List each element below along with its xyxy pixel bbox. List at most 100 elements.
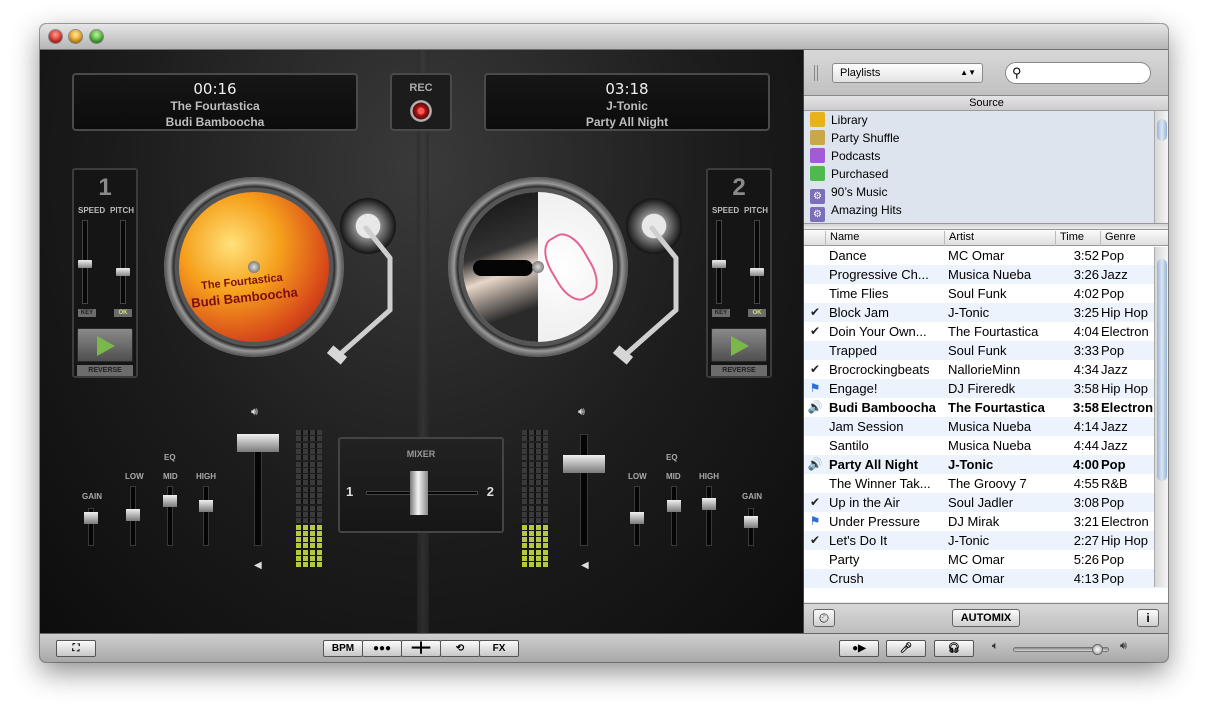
record-button[interactable] (410, 100, 432, 122)
scroll-thumb[interactable] (1157, 119, 1167, 141)
table-row[interactable]: Jam Session Musica Nueba 4:14 Jazz (804, 417, 1168, 436)
track-genre: Electron (1101, 400, 1154, 415)
bpm-button[interactable]: BPM (323, 640, 363, 657)
table-row[interactable]: Party MC Omar 5:26 Pop (804, 550, 1168, 569)
track-artist: Musica Nueba (948, 438, 1032, 453)
eq-right-mid-track (671, 486, 677, 546)
eq-right-gain-knob[interactable] (744, 516, 758, 528)
search-input[interactable]: ⚲ (1005, 62, 1151, 84)
deck1-play-button[interactable] (77, 328, 133, 362)
history-button[interactable]: 🕘︎ (813, 609, 835, 627)
table-row[interactable]: ⚑ Engage! DJ Fireredk 3:58 Hip Hop (804, 379, 1168, 398)
table-vertical-scrollbar[interactable] (1154, 247, 1168, 587)
source-item[interactable]: Podcasts (804, 147, 1168, 165)
crossfader[interactable] (410, 471, 428, 515)
track-name: Party (829, 552, 860, 567)
automix-button[interactable]: AUTOMIX (952, 609, 1020, 627)
eq-left-title: EQ (164, 453, 176, 462)
track-name: Brocrockingbeats (829, 362, 930, 377)
table-row[interactable]: 🔊 Budi Bamboocha The Fourtastica 3:58 Electr… (804, 398, 1168, 417)
sidebar-drag-handle[interactable] (814, 65, 818, 81)
table-row[interactable]: ✔ Brocrockingbeats NallorieMinn 4:34 Jazz (804, 360, 1168, 379)
deck1-tonearm[interactable] (280, 210, 400, 370)
deck1-speed-slider[interactable] (78, 260, 92, 268)
deck2-ok-button[interactable]: OK (748, 309, 766, 317)
master-volume-slider[interactable] (1013, 644, 1109, 655)
close-button[interactable] (49, 30, 62, 43)
info-button[interactable]: i (1137, 609, 1159, 627)
sync-button[interactable]: ━╋━ (401, 640, 441, 657)
pane-splitter[interactable] (804, 223, 1168, 230)
table-row[interactable]: ✔ Block Jam J-Tonic 3:25 Hip Hop (804, 303, 1168, 322)
vu-segment (522, 562, 548, 568)
source-item[interactable]: ⚙ 90’s Music (804, 183, 1168, 204)
track-artist: DJ Fireredk (948, 381, 1016, 396)
headphones-button[interactable]: 🎧︎ (934, 640, 974, 657)
microphone-button[interactable]: 🎤︎ (886, 640, 926, 657)
track-artist: DJ Mirak (948, 514, 1000, 529)
fullscreen-button[interactable]: ⛶ (56, 640, 96, 657)
deck2-title: Party All Night (585, 115, 669, 129)
source-item[interactable]: Purchased (804, 165, 1168, 183)
column-header-name[interactable]: Name (825, 231, 945, 246)
vu-segment (296, 480, 322, 486)
channel2-fader[interactable] (563, 455, 605, 473)
deck1-pitch-track (120, 220, 126, 304)
table-row[interactable]: The Winner Tak... The Groovy 7 4:55 R&B (804, 474, 1168, 493)
channel1-fader[interactable] (237, 434, 279, 452)
deck1-reverse-button[interactable]: REVERSE (77, 365, 133, 376)
table-row[interactable]: Santilo Musica Nueba 4:44 Jazz (804, 436, 1168, 455)
table-row[interactable]: ✔ Up in the Air Soul Jadler 3:08 Pop (804, 493, 1168, 512)
deck1-pitch-panel: 1 SPEED PITCH KEY OK REVERSE (72, 168, 138, 378)
zoom-button[interactable] (90, 30, 103, 43)
source-item[interactable]: Party Shuffle (804, 129, 1168, 147)
master-volume-knob[interactable] (1092, 644, 1104, 655)
deck1-ok-button[interactable]: OK (114, 309, 132, 317)
table-row[interactable]: ⚑ Under Pressure DJ Mirak 3:21 Electron (804, 512, 1168, 531)
deck1-key-button[interactable]: KEY (78, 309, 96, 317)
deck1-pitch-slider[interactable] (116, 268, 130, 276)
deck2-speed-slider[interactable] (712, 260, 726, 268)
table-row[interactable]: ✔ Doin Your Own... The Fourtastica 4:04 Elec… (804, 322, 1168, 341)
table-row[interactable]: Crush MC Omar 4:13 Pop (804, 569, 1168, 588)
cue-dots-button[interactable]: ●●● (362, 640, 402, 657)
source-item[interactable]: Library (804, 111, 1168, 129)
eq-right-high-knob[interactable] (702, 498, 716, 510)
scroll-thumb[interactable] (1157, 259, 1167, 481)
play-mode-button[interactable]: ●▶ (839, 640, 879, 657)
column-header-genre[interactable]: Genre (1100, 231, 1168, 246)
table-row[interactable]: Dance MC Omar 3:52 Pop (804, 246, 1168, 265)
eq-right-mid-knob[interactable] (667, 500, 681, 512)
eq-left-high-knob[interactable] (199, 500, 213, 512)
table-row[interactable]: Time Flies Soul Funk 4:02 Pop (804, 284, 1168, 303)
table-row[interactable]: ✔ Let's Do It J-Tonic 2:27 Hip Hop (804, 531, 1168, 550)
track-artist: J-Tonic (948, 457, 994, 472)
row-status-icon: ⚑ (809, 381, 821, 395)
deck2-reverse-button[interactable]: REVERSE (711, 365, 767, 376)
fx-button[interactable]: FX (479, 640, 519, 657)
deck2-pitch-slider[interactable] (750, 268, 764, 276)
eq-left-gain-knob[interactable] (84, 512, 98, 524)
eq-left-low-knob[interactable] (126, 509, 140, 521)
table-row[interactable]: Trapped Soul Funk 3:33 Pop (804, 341, 1168, 360)
column-header-artist[interactable]: Artist (944, 231, 1056, 246)
column-header-time[interactable]: Time (1055, 231, 1101, 246)
deck2-key-button[interactable]: KEY (712, 309, 730, 317)
track-name: Under Pressure (829, 514, 921, 529)
eq-right-low-knob[interactable] (630, 512, 644, 524)
source-item-label: 90’s Music (831, 185, 888, 199)
track-genre: Electron (1101, 324, 1149, 339)
eq-left-mid-knob[interactable] (163, 495, 177, 507)
track-artist: J-Tonic (948, 533, 990, 548)
eq-left-gain-label: GAIN (82, 492, 102, 501)
source-select[interactable]: Playlists ▲▼ (832, 63, 983, 83)
minimize-button[interactable] (69, 30, 82, 43)
loop-button[interactable]: ⟲ (440, 640, 480, 657)
deck2-tonearm[interactable] (566, 210, 686, 370)
table-row[interactable]: 🔊 Party All Night J-Tonic 4:00 Pop (804, 455, 1168, 474)
source-scrollbar[interactable] (1154, 111, 1168, 223)
source-item[interactable]: ⚙ Amazing Hits (804, 201, 1168, 222)
table-row[interactable]: Progressive Ch... Musica Nueba 3:26 Jazz (804, 265, 1168, 284)
track-time: 3:33 (1073, 343, 1099, 358)
deck2-play-button[interactable] (711, 328, 767, 362)
